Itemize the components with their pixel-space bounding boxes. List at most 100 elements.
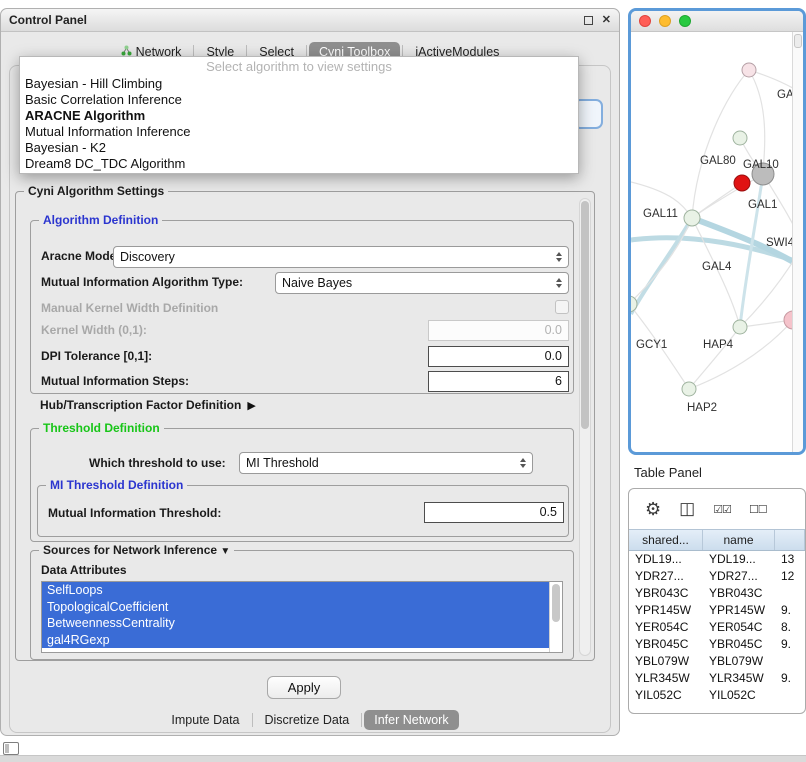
clear-checkboxes-icon[interactable]: ☐☐ xyxy=(749,503,767,516)
zoom-traffic-light-icon[interactable] xyxy=(679,15,691,27)
kernel-width-field[interactable]: 0.0 xyxy=(428,320,569,341)
mi-type-combobox[interactable]: Naive Bayes xyxy=(275,272,569,294)
dropdown-item[interactable]: Bayesian - Hill Climbing xyxy=(20,76,578,92)
network-window-titlebar[interactable] xyxy=(631,11,803,32)
settings-scrollbar[interactable] xyxy=(579,198,591,656)
table-cell: YBR045C xyxy=(703,636,775,653)
columns-icon[interactable]: ◫ xyxy=(679,499,695,519)
mi-threshold-title: MI Threshold Definition xyxy=(46,478,187,492)
tab-separator xyxy=(252,713,253,727)
threshold-definition-title: Threshold Definition xyxy=(39,421,164,435)
bottom-tab-bar: Impute Data Discretize Data Infer Network xyxy=(1,708,619,732)
graph-node[interactable] xyxy=(733,320,747,334)
aracne-mode-combobox[interactable]: Discovery xyxy=(113,246,569,268)
minimize-traffic-light-icon[interactable] xyxy=(659,15,671,27)
select-all-checkboxes-icon[interactable]: ☑☑ xyxy=(713,503,731,516)
graph-node[interactable] xyxy=(742,63,756,77)
table-row[interactable]: YBL079WYBL079W xyxy=(629,653,805,670)
data-attributes-label: Data Attributes xyxy=(41,563,127,577)
graph-node[interactable] xyxy=(631,296,637,312)
collapse-arrow-icon: ▼ xyxy=(220,546,230,557)
table-row[interactable]: YLR345WYLR345W9. xyxy=(629,670,805,687)
close-icon[interactable]: ✕ xyxy=(602,15,611,26)
tab-infer-network[interactable]: Infer Network xyxy=(364,710,458,730)
float-window-icon[interactable] xyxy=(584,16,593,25)
graph-node[interactable] xyxy=(684,210,700,226)
expand-arrow-icon: ▶ xyxy=(247,399,255,412)
table-row[interactable]: YPR145WYPR145W9. xyxy=(629,602,805,619)
dpi-tolerance-field[interactable]: 0.0 xyxy=(428,346,569,367)
attribute-item[interactable]: BetweennessCentrality xyxy=(42,615,549,632)
settings-scrollbar-thumb[interactable] xyxy=(581,201,589,429)
cyni-algorithm-settings-group: Cyni Algorithm Settings Algorithm Defini… xyxy=(15,191,595,661)
attributes-scrollbar[interactable] xyxy=(549,582,562,652)
control-panel-titlebar[interactable]: Control Panel ✕ xyxy=(1,9,619,32)
algorithm-dropdown: Select algorithm to view settingsBayesia… xyxy=(19,56,579,174)
network-scrollbar[interactable] xyxy=(792,32,803,452)
table-cell: 12 xyxy=(775,568,805,585)
threshold-definition-group: Threshold Definition Which threshold to … xyxy=(30,428,574,542)
close-traffic-light-icon[interactable] xyxy=(639,15,651,27)
table-row[interactable]: YDL19...YDL19...13 xyxy=(629,551,805,568)
node-label: GAL11 xyxy=(643,208,678,220)
algorithm-definition-title: Algorithm Definition xyxy=(39,213,162,227)
dropdown-item[interactable]: ARACNE Algorithm xyxy=(20,108,578,124)
table-row[interactable]: YBR043CYBR043C xyxy=(629,585,805,602)
tab-label: Discretize Data xyxy=(265,713,350,727)
manual-kernel-checkbox[interactable] xyxy=(555,300,569,314)
node-label: GAL10 xyxy=(743,159,779,171)
table-body: YDL19...YDL19...13YDR27...YDR27...12YBR0… xyxy=(629,551,805,713)
column-header[interactable] xyxy=(775,530,805,550)
aracne-mode-label: Aracne Mode: xyxy=(41,249,120,263)
tab-label: Impute Data xyxy=(171,713,239,727)
column-header[interactable]: name xyxy=(703,530,775,550)
graph-node[interactable] xyxy=(734,175,750,191)
mi-threshold-field[interactable]: 0.5 xyxy=(424,502,564,523)
tab-impute-data[interactable]: Impute Data xyxy=(161,710,249,730)
network-graph[interactable]: GAL8GAL80GAL10GAL11GAL1SWI4GAL4GCY1HAP4Y… xyxy=(631,32,803,452)
column-header[interactable]: shared... xyxy=(629,530,703,550)
table-row[interactable]: YIL052CYIL052C xyxy=(629,687,805,704)
table-cell xyxy=(775,653,805,670)
attribute-item[interactable]: gal4RGexp xyxy=(42,632,549,649)
network-view-window: GAL8GAL80GAL10GAL11GAL1SWI4GAL4GCY1HAP4Y… xyxy=(628,8,806,455)
dropdown-item[interactable]: Bayesian - K2 xyxy=(20,140,578,156)
dropdown-item[interactable]: Mutual Information Inference xyxy=(20,124,578,140)
combo-arrows-icon xyxy=(556,278,562,288)
kernel-width-label: Kernel Width (0,1): xyxy=(41,323,147,337)
table-cell: YDL19... xyxy=(703,551,775,568)
dropdown-item[interactable]: Basic Correlation Inference xyxy=(20,92,578,108)
table-row[interactable]: YER054CYER054C8. xyxy=(629,619,805,636)
dropdown-placeholder: Select algorithm to view settings xyxy=(20,59,578,76)
bottom-bar xyxy=(0,755,806,762)
table-row[interactable]: YBR045CYBR045C9. xyxy=(629,636,805,653)
node-label: GCY1 xyxy=(636,339,667,351)
which-threshold-combobox[interactable]: MI Threshold xyxy=(239,452,533,474)
tab-separator xyxy=(361,713,362,727)
dock-panel-icon[interactable] xyxy=(3,742,19,755)
attribute-item[interactable]: SelfLoops xyxy=(42,582,549,599)
attributes-scrollbar-thumb[interactable] xyxy=(552,584,560,622)
table-row[interactable]: YDR27...YDR27...12 xyxy=(629,568,805,585)
dropdown-item[interactable]: Dream8 DC_TDC Algorithm xyxy=(20,156,578,172)
graph-node[interactable] xyxy=(733,131,747,145)
sources-title[interactable]: Sources for Network Inference ▼ xyxy=(39,543,234,557)
tab-discretize-data[interactable]: Discretize Data xyxy=(255,710,360,730)
network-scrollbar-thumb[interactable] xyxy=(794,34,802,48)
table-cell: 8. xyxy=(775,619,805,636)
mi-steps-field[interactable]: 6 xyxy=(428,371,569,392)
manual-kernel-label: Manual Kernel Width Definition xyxy=(41,301,218,315)
table-panel-title: Table Panel xyxy=(634,465,702,480)
table-cell: YPR145W xyxy=(703,602,775,619)
attribute-item[interactable]: TopologicalCoefficient xyxy=(42,599,549,616)
sources-group: Sources for Network Inference ▼ Data Att… xyxy=(30,550,574,660)
which-threshold-label: Which threshold to use: xyxy=(89,456,226,470)
table-cell: YBR043C xyxy=(629,585,703,602)
apply-button[interactable]: Apply xyxy=(267,676,341,699)
graph-node[interactable] xyxy=(682,382,696,396)
hub-definition-expander[interactable]: Hub/Transcription Factor Definition ▶ xyxy=(40,398,256,412)
mi-steps-label: Mutual Information Steps: xyxy=(41,374,189,388)
gear-icon[interactable]: ⚙ xyxy=(645,499,661,520)
table-toolbar: ⚙ ◫ ☑☑ ☐☐ xyxy=(629,489,805,529)
mi-type-label: Mutual Information Algorithm Type: xyxy=(41,275,243,289)
